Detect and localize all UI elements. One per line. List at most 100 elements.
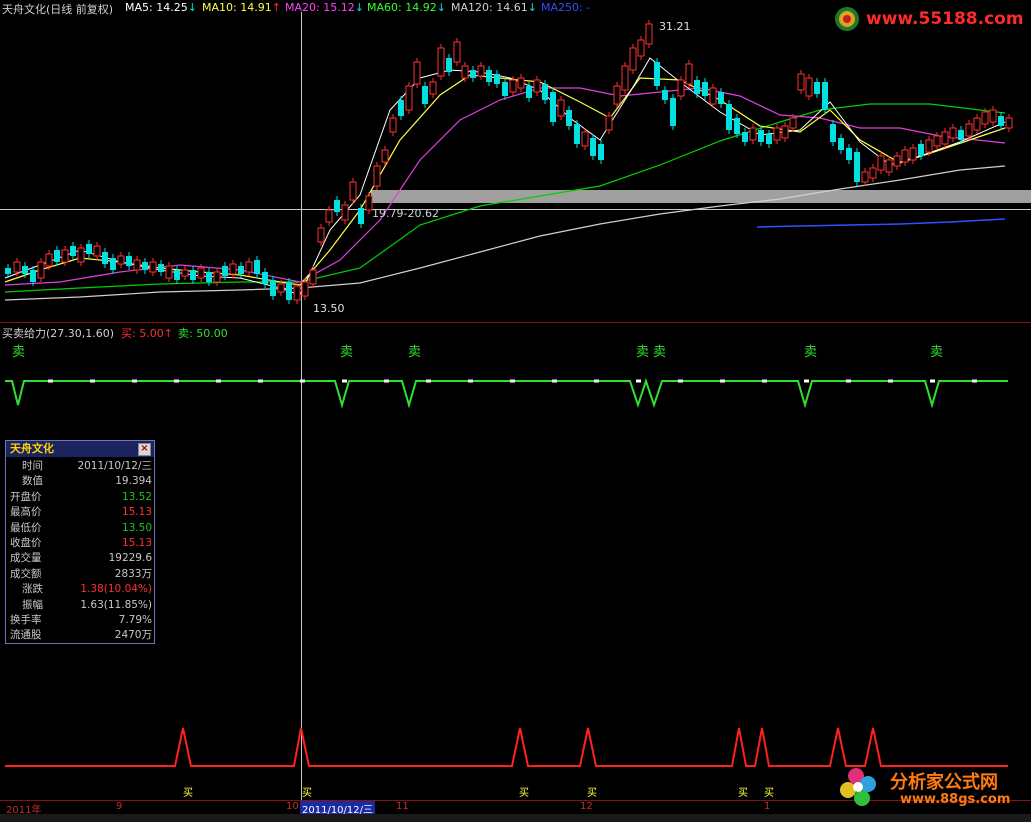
candle-body — [958, 130, 964, 140]
close-icon[interactable]: × — [138, 443, 151, 456]
candle-body — [702, 82, 708, 96]
candle-body — [174, 270, 180, 280]
signal-dot — [300, 379, 305, 383]
info-row-label: 换手率 — [10, 613, 42, 626]
candle-body — [677, 79, 685, 97]
info-window-titlebar[interactable]: 天舟文化 × — [6, 441, 154, 457]
candle-body — [797, 73, 805, 91]
info-row-label: 振幅 — [22, 598, 43, 611]
date-month-10: 10 — [286, 801, 299, 812]
candle-body — [550, 92, 556, 122]
info-row: 成交额 2833万 — [6, 567, 154, 582]
signal-dot — [510, 379, 515, 383]
info-row-label: 开盘价 — [10, 490, 42, 503]
info-row: 涨跌 1.38(10.04%) — [6, 582, 154, 597]
chart-canvas[interactable] — [0, 0, 1031, 822]
signal-dot — [636, 379, 641, 383]
signal-dot — [930, 379, 935, 383]
candle-body — [446, 58, 452, 72]
candle-body — [190, 270, 196, 280]
candle-body — [566, 110, 572, 126]
info-row: 时间 2011/10/12/三 — [6, 459, 154, 474]
signal-dot — [678, 379, 683, 383]
info-row: 换手率 7.79% — [6, 613, 154, 628]
candle-body — [830, 124, 836, 142]
candle-body — [349, 181, 357, 201]
signal-dot — [258, 379, 263, 383]
candle-body — [110, 258, 116, 270]
candle-body — [61, 249, 69, 263]
candle-body — [885, 159, 893, 173]
info-window-title: 天舟文化 — [10, 442, 54, 455]
candle-body — [486, 70, 492, 82]
info-row-label: 成交量 — [10, 552, 42, 565]
candle-body — [933, 135, 941, 147]
candle-body — [822, 82, 828, 110]
candle-body — [301, 281, 309, 297]
candle-body — [893, 155, 901, 167]
candle-body — [509, 79, 517, 93]
candle-body — [54, 250, 60, 262]
candle-body — [629, 47, 637, 71]
bottom-tab-bar[interactable] — [0, 814, 1031, 822]
candle-body — [470, 70, 476, 78]
price-band — [371, 190, 1031, 203]
info-row-label: 时间 — [22, 460, 43, 472]
candle-body — [270, 280, 276, 296]
candle-body — [965, 123, 973, 137]
candle-body — [909, 147, 917, 161]
ma5-legend: MA5: 14.25↓ — [125, 1, 197, 14]
indicator-sell-value: 卖: 50.00 — [178, 327, 228, 340]
candle-body — [70, 246, 76, 256]
candle-body — [694, 80, 700, 94]
candle-body — [925, 139, 933, 153]
info-row-value: 1.63(11.85%) — [80, 598, 152, 611]
candle-body — [405, 85, 413, 111]
sell-signal-line — [5, 377, 1008, 409]
data-info-window[interactable]: 天舟文化 × 时间 2011/10/12/三 数值 19.394 开盘价 13.52 最高价… — [5, 440, 155, 644]
candle-body — [262, 272, 268, 284]
candle-body — [45, 253, 53, 267]
info-row-label: 收盘价 — [10, 536, 42, 549]
candle-body — [133, 259, 141, 271]
candle-body — [590, 138, 596, 156]
sell-mark: 卖 — [340, 345, 354, 360]
candle-body — [533, 79, 541, 93]
candle-body — [781, 125, 789, 139]
candle-body — [238, 266, 244, 274]
info-row-value: 2470万 — [114, 629, 152, 642]
candle-body — [453, 41, 461, 63]
sell-mark: 卖 — [636, 345, 650, 360]
date-month-1: 1 — [764, 801, 771, 812]
candle-body — [502, 82, 508, 96]
candle-body — [334, 200, 340, 212]
info-row-label: 数值 — [22, 475, 43, 488]
sell-mark: 卖 — [408, 345, 422, 360]
candle-body — [542, 84, 548, 100]
candle-body — [197, 267, 205, 279]
candle-body — [149, 261, 157, 273]
candle-body — [709, 87, 717, 105]
buy-signal-line — [5, 727, 1008, 767]
high-price-label: 31.21 — [659, 20, 691, 33]
info-row-label: 涨跌 — [22, 583, 43, 596]
info-row: 数值 19.394 — [6, 474, 154, 489]
candle-body — [766, 134, 772, 144]
info-row-value: 15.13 — [121, 506, 152, 519]
candle-body — [838, 138, 844, 150]
candle-body — [805, 77, 813, 97]
ma20-legend: MA20: 15.12↓ — [285, 1, 364, 14]
candle-body — [605, 115, 613, 131]
candle-body — [413, 61, 421, 85]
candle-body — [662, 90, 668, 100]
candle-body — [789, 117, 797, 129]
date-month-9: 9 — [116, 801, 123, 812]
signal-dot — [216, 379, 221, 383]
candle-body — [317, 227, 325, 243]
info-row: 最高价 15.13 — [6, 505, 154, 520]
signal-dot — [132, 379, 137, 383]
info-row-value: 19229.6 — [108, 552, 152, 565]
ma120-legend: MA120: 14.61↓ — [451, 1, 537, 14]
signal-dot — [552, 379, 557, 383]
signal-dot — [846, 379, 851, 383]
